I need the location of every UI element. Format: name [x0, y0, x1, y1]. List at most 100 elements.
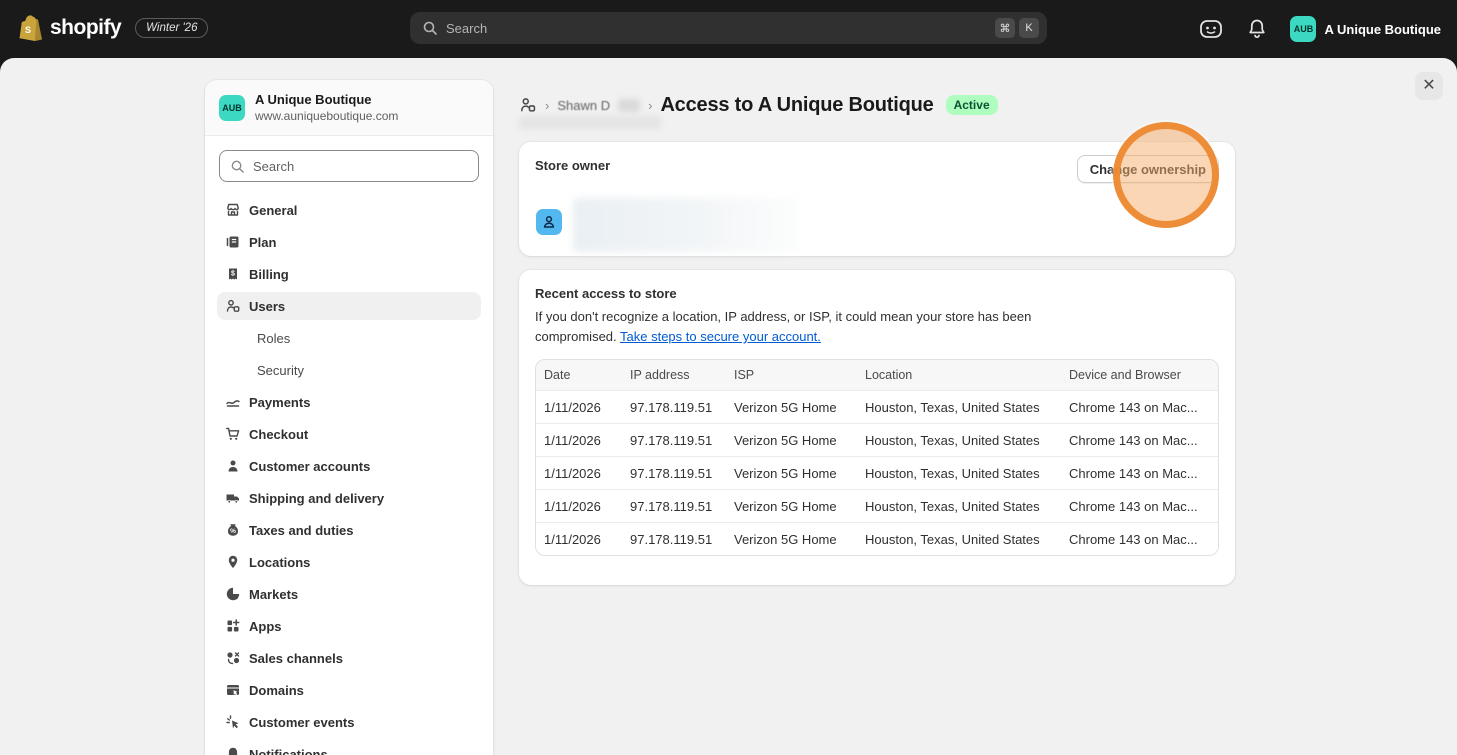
secure-account-link[interactable]: Take steps to secure your account. — [620, 329, 821, 344]
table-row: 1/11/2026 97.178.119.51 Verizon 5G Home … — [536, 456, 1218, 489]
cell-ip: 97.178.119.51 — [630, 498, 713, 514]
users-icon — [521, 98, 536, 112]
change-ownership-button[interactable]: Change ownership — [1076, 155, 1219, 183]
sidebar-item-customer-accounts[interactable]: Customer accounts — [217, 452, 481, 480]
sidebar-item-label: Security — [257, 362, 304, 378]
sidebar-item-users[interactable]: Users — [217, 292, 481, 320]
sales-channels-icon — [225, 650, 241, 666]
cell-device: Chrome 143 on Mac... — [1069, 399, 1198, 415]
column-header-date: Date — [544, 368, 571, 382]
cell-location: Houston, Texas, United States — [865, 498, 1040, 514]
cell-date: 1/11/2026 — [544, 399, 601, 415]
account-name: A Unique Boutique — [1324, 21, 1441, 37]
breadcrumb-parent-link[interactable]: Shawn D — [557, 98, 610, 113]
sidebar-item-roles[interactable]: Roles — [217, 324, 481, 352]
store-avatar: AUB — [1290, 16, 1317, 42]
shopify-bag-icon: S — [19, 15, 42, 41]
sidebar-item-label: Plan — [249, 234, 277, 250]
description-line2: compromised. — [535, 329, 621, 344]
settings-sidebar: AUB A Unique Boutique www.auniqueboutiqu… — [205, 80, 493, 755]
global-search-input[interactable]: Search ⌘ K — [410, 12, 1047, 44]
cell-device: Chrome 143 on Mac... — [1069, 465, 1198, 481]
shopify-wordmark: shopify — [50, 15, 122, 39]
sidebar-item-general[interactable]: General — [217, 196, 481, 224]
globe-icon: $ — [225, 586, 241, 602]
breadcrumb: › Shawn D › Access to A Unique Boutique … — [519, 92, 1235, 118]
table-header-row: Date IP address ISP Location Device and … — [536, 360, 1218, 390]
sidebar-item-payments[interactable]: Payments — [217, 388, 481, 416]
sidebar-item-security[interactable]: Security — [217, 356, 481, 384]
recent-access-title: Recent access to store — [535, 286, 677, 301]
person-icon — [543, 216, 555, 228]
sidebar-item-plan[interactable]: Plan — [217, 228, 481, 256]
table-row: 1/11/2026 97.178.119.51 Verizon 5G Home … — [536, 423, 1218, 456]
sidebar-item-markets[interactable]: $ Markets — [217, 580, 481, 608]
search-icon — [423, 21, 437, 35]
svg-text:$: $ — [234, 594, 238, 601]
column-header-isp: ISP — [734, 368, 755, 382]
sidebar-item-label: Sales channels — [249, 650, 343, 666]
sidebar-item-shipping[interactable]: Shipping and delivery — [217, 484, 481, 512]
table-row: 1/11/2026 97.178.119.51 Verizon 5G Home … — [536, 489, 1218, 522]
cell-date: 1/11/2026 — [544, 465, 601, 481]
cell-isp: Verizon 5G Home — [734, 531, 837, 547]
sidebar-item-checkout[interactable]: Checkout — [217, 420, 481, 448]
cell-location: Houston, Texas, United States — [865, 432, 1040, 448]
recent-access-card: Recent access to store If you don't reco… — [519, 270, 1235, 585]
bell-icon — [1249, 19, 1266, 39]
search-placeholder: Search — [446, 20, 488, 36]
sidebar-item-label: Payments — [249, 394, 311, 410]
notifications-button[interactable] — [1244, 16, 1270, 42]
cell-location: Houston, Texas, United States — [865, 531, 1040, 547]
status-badge: Active — [945, 95, 998, 115]
tax-bag-icon: % — [225, 522, 241, 538]
chevron-right-icon: › — [648, 97, 653, 113]
sidebar-item-label: Users — [249, 298, 286, 314]
sidebar-item-locations[interactable]: Locations — [217, 548, 481, 576]
close-icon: ✕ — [1422, 77, 1436, 94]
sidebar-item-apps[interactable]: Apps — [217, 612, 481, 640]
sidebar-item-customer-events[interactable]: Customer events — [217, 708, 481, 736]
search-icon — [231, 160, 244, 173]
sidebar-item-sales-channels[interactable]: Sales channels — [217, 644, 481, 672]
sidebar-store-avatar: AUB — [219, 94, 245, 121]
column-header-device: Device and Browser — [1069, 368, 1181, 382]
settings-workspace: AUB A Unique Boutique www.auniqueboutiqu… — [0, 58, 1457, 755]
cell-ip: 97.178.119.51 — [630, 399, 713, 415]
settings-search-input[interactable]: Search — [219, 150, 479, 182]
sidebar-store-header[interactable]: AUB A Unique Boutique www.auniqueboutiqu… — [205, 80, 493, 136]
sidebar-item-label: Notifications — [249, 746, 328, 755]
payments-icon — [225, 394, 241, 410]
sidebar-item-label: Markets — [249, 586, 299, 602]
sidekick-icon — [1200, 20, 1223, 38]
settings-search-placeholder: Search — [253, 158, 295, 174]
sidebar-item-domains[interactable]: Domains — [217, 676, 481, 704]
sidebar-item-taxes[interactable]: % Taxes and duties — [217, 516, 481, 544]
column-header-ip: IP address — [630, 368, 690, 382]
table-row: 1/11/2026 97.178.119.51 Verizon 5G Home … — [536, 522, 1218, 555]
version-badge: Winter '26 — [135, 17, 209, 38]
person-icon — [225, 458, 241, 474]
svg-text:$: $ — [231, 271, 235, 278]
location-pin-icon — [225, 554, 241, 570]
k-key-badge: K — [1019, 18, 1039, 38]
cell-device: Chrome 143 on Mac... — [1069, 432, 1198, 448]
shopify-logo[interactable]: S shopify Winter '26 — [18, 14, 209, 41]
owner-avatar — [536, 209, 562, 235]
sidebar-item-billing[interactable]: $ Billing — [217, 260, 481, 288]
redacted-text — [618, 98, 641, 112]
cell-ip: 97.178.119.51 — [630, 531, 713, 547]
access-log-table: Date IP address ISP Location Device and … — [535, 359, 1219, 556]
cell-ip: 97.178.119.51 — [630, 432, 713, 448]
notifications-bell-icon — [225, 746, 241, 755]
cell-date: 1/11/2026 — [544, 432, 601, 448]
sidebar-item-notifications[interactable]: Notifications — [217, 740, 481, 755]
sidekick-assistant-button[interactable] — [1198, 16, 1224, 42]
store-owner-card: Store owner Change ownership — [519, 142, 1235, 256]
domains-icon — [225, 682, 241, 698]
apps-grid-icon — [225, 618, 241, 634]
cell-isp: Verizon 5G Home — [734, 399, 837, 415]
close-settings-button[interactable]: ✕ — [1415, 72, 1443, 100]
account-menu[interactable]: AUB A Unique Boutique — [1290, 16, 1441, 42]
topbar: S shopify Winter '26 Search ⌘ K AUB A Un… — [0, 0, 1457, 58]
